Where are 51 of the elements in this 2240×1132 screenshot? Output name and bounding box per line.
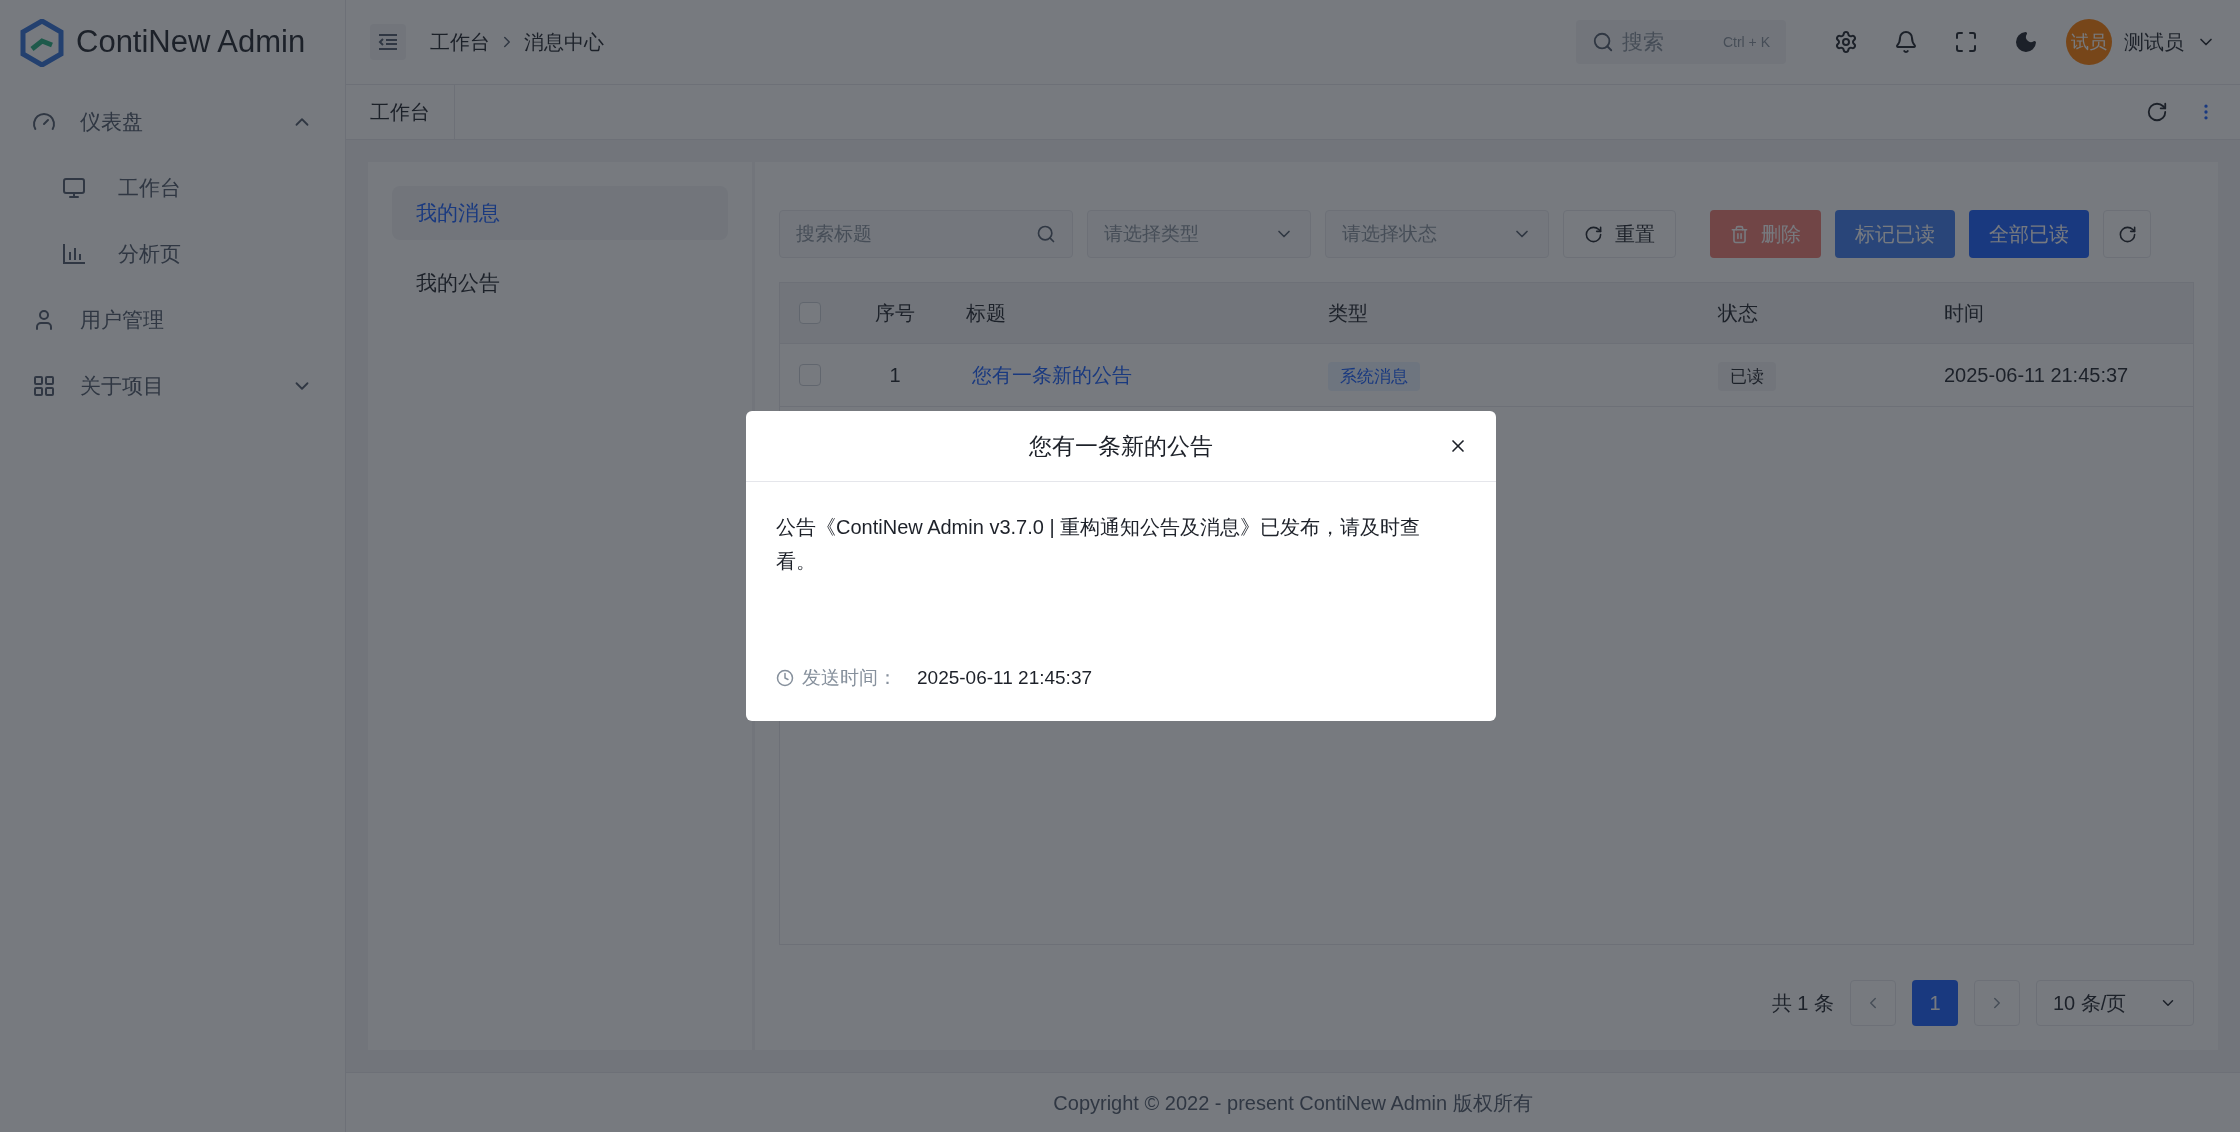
refresh-icon bbox=[2117, 224, 2137, 244]
modal-message: 公告《ContiNew Admin v3.7.0 | 重构通知公告及消息》已发布，请及时查看。 bbox=[776, 515, 1422, 574]
settings-icon[interactable] bbox=[1834, 30, 1858, 54]
type-tag: 系统消息 bbox=[1328, 362, 1420, 391]
table-cell: 2025-06-11 21:45:37 bbox=[1944, 364, 2129, 386]
total-count: 共 1 条 bbox=[1771, 991, 1834, 1016]
sidebar-item[interactable]: 分析页 bbox=[0, 221, 345, 287]
table-cell-text: 1 bbox=[889, 363, 901, 388]
title-link[interactable]: 您有一条新的公告 bbox=[972, 364, 1132, 386]
grid-icon bbox=[32, 374, 56, 398]
menu-fold-button[interactable] bbox=[370, 24, 406, 60]
column-header: 状态 bbox=[1718, 302, 1758, 324]
logo-text: ContiNew Admin bbox=[76, 23, 306, 62]
clock-icon bbox=[776, 669, 794, 688]
sidebar-item[interactable]: 用户管理 bbox=[0, 287, 345, 353]
send-time-label: 发送时间： bbox=[802, 666, 897, 690]
reset-button[interactable]: 重置 bbox=[1563, 210, 1676, 258]
search-icon bbox=[1592, 31, 1614, 53]
action-button[interactable]: 全部已读 bbox=[1969, 210, 2089, 258]
column-header: 序号 bbox=[875, 301, 915, 326]
page-size-select[interactable]: 10 条/页 bbox=[2036, 980, 2194, 1026]
monitor-icon bbox=[62, 176, 86, 200]
user-avatar[interactable]: 试员 bbox=[2066, 19, 2112, 65]
trash-icon bbox=[1730, 224, 1749, 244]
modal-title: 您有一条新的公告 bbox=[1029, 431, 1213, 461]
reset-icon bbox=[1584, 224, 1603, 244]
sidebar-item[interactable]: 仪表盘 bbox=[0, 89, 345, 155]
user-name[interactable]: 测试员 bbox=[2124, 27, 2184, 57]
moon-icon[interactable] bbox=[2014, 30, 2038, 54]
search-icon bbox=[1036, 224, 1056, 244]
column-header: 标题 bbox=[966, 302, 1006, 324]
breadcrumb-item[interactable]: 工作台 bbox=[430, 27, 490, 57]
page-tab[interactable]: 工作台 bbox=[346, 85, 455, 139]
column-header: 类型 bbox=[1328, 302, 1368, 324]
footer-copyright: Copyright © 2022 - present ContiNew Admin 版权所有 bbox=[1053, 1090, 1533, 1116]
sidebar-item[interactable]: 关于项目 bbox=[0, 353, 345, 419]
sidebar-item[interactable]: 工作台 bbox=[0, 155, 345, 221]
breadcrumb-item[interactable]: 消息中心 bbox=[524, 27, 604, 57]
send-time: 2025-06-11 21:45:37 bbox=[917, 666, 1093, 690]
fullscreen-icon[interactable] bbox=[1954, 30, 1978, 54]
logo-icon bbox=[20, 18, 64, 67]
refresh-icon[interactable] bbox=[2146, 101, 2168, 123]
column-header: 时间 bbox=[1944, 302, 1984, 324]
status-tag: 已读 bbox=[1718, 362, 1776, 391]
side-menu-item[interactable]: 我的公告 bbox=[392, 256, 728, 310]
bell-icon[interactable] bbox=[1894, 30, 1918, 54]
refresh-button[interactable] bbox=[2103, 210, 2151, 258]
bar-chart-icon bbox=[62, 243, 86, 265]
page-button[interactable]: 1 bbox=[1912, 980, 1958, 1026]
menu-fold-icon bbox=[377, 33, 399, 51]
side-menu-item[interactable]: 我的消息 bbox=[392, 186, 728, 240]
